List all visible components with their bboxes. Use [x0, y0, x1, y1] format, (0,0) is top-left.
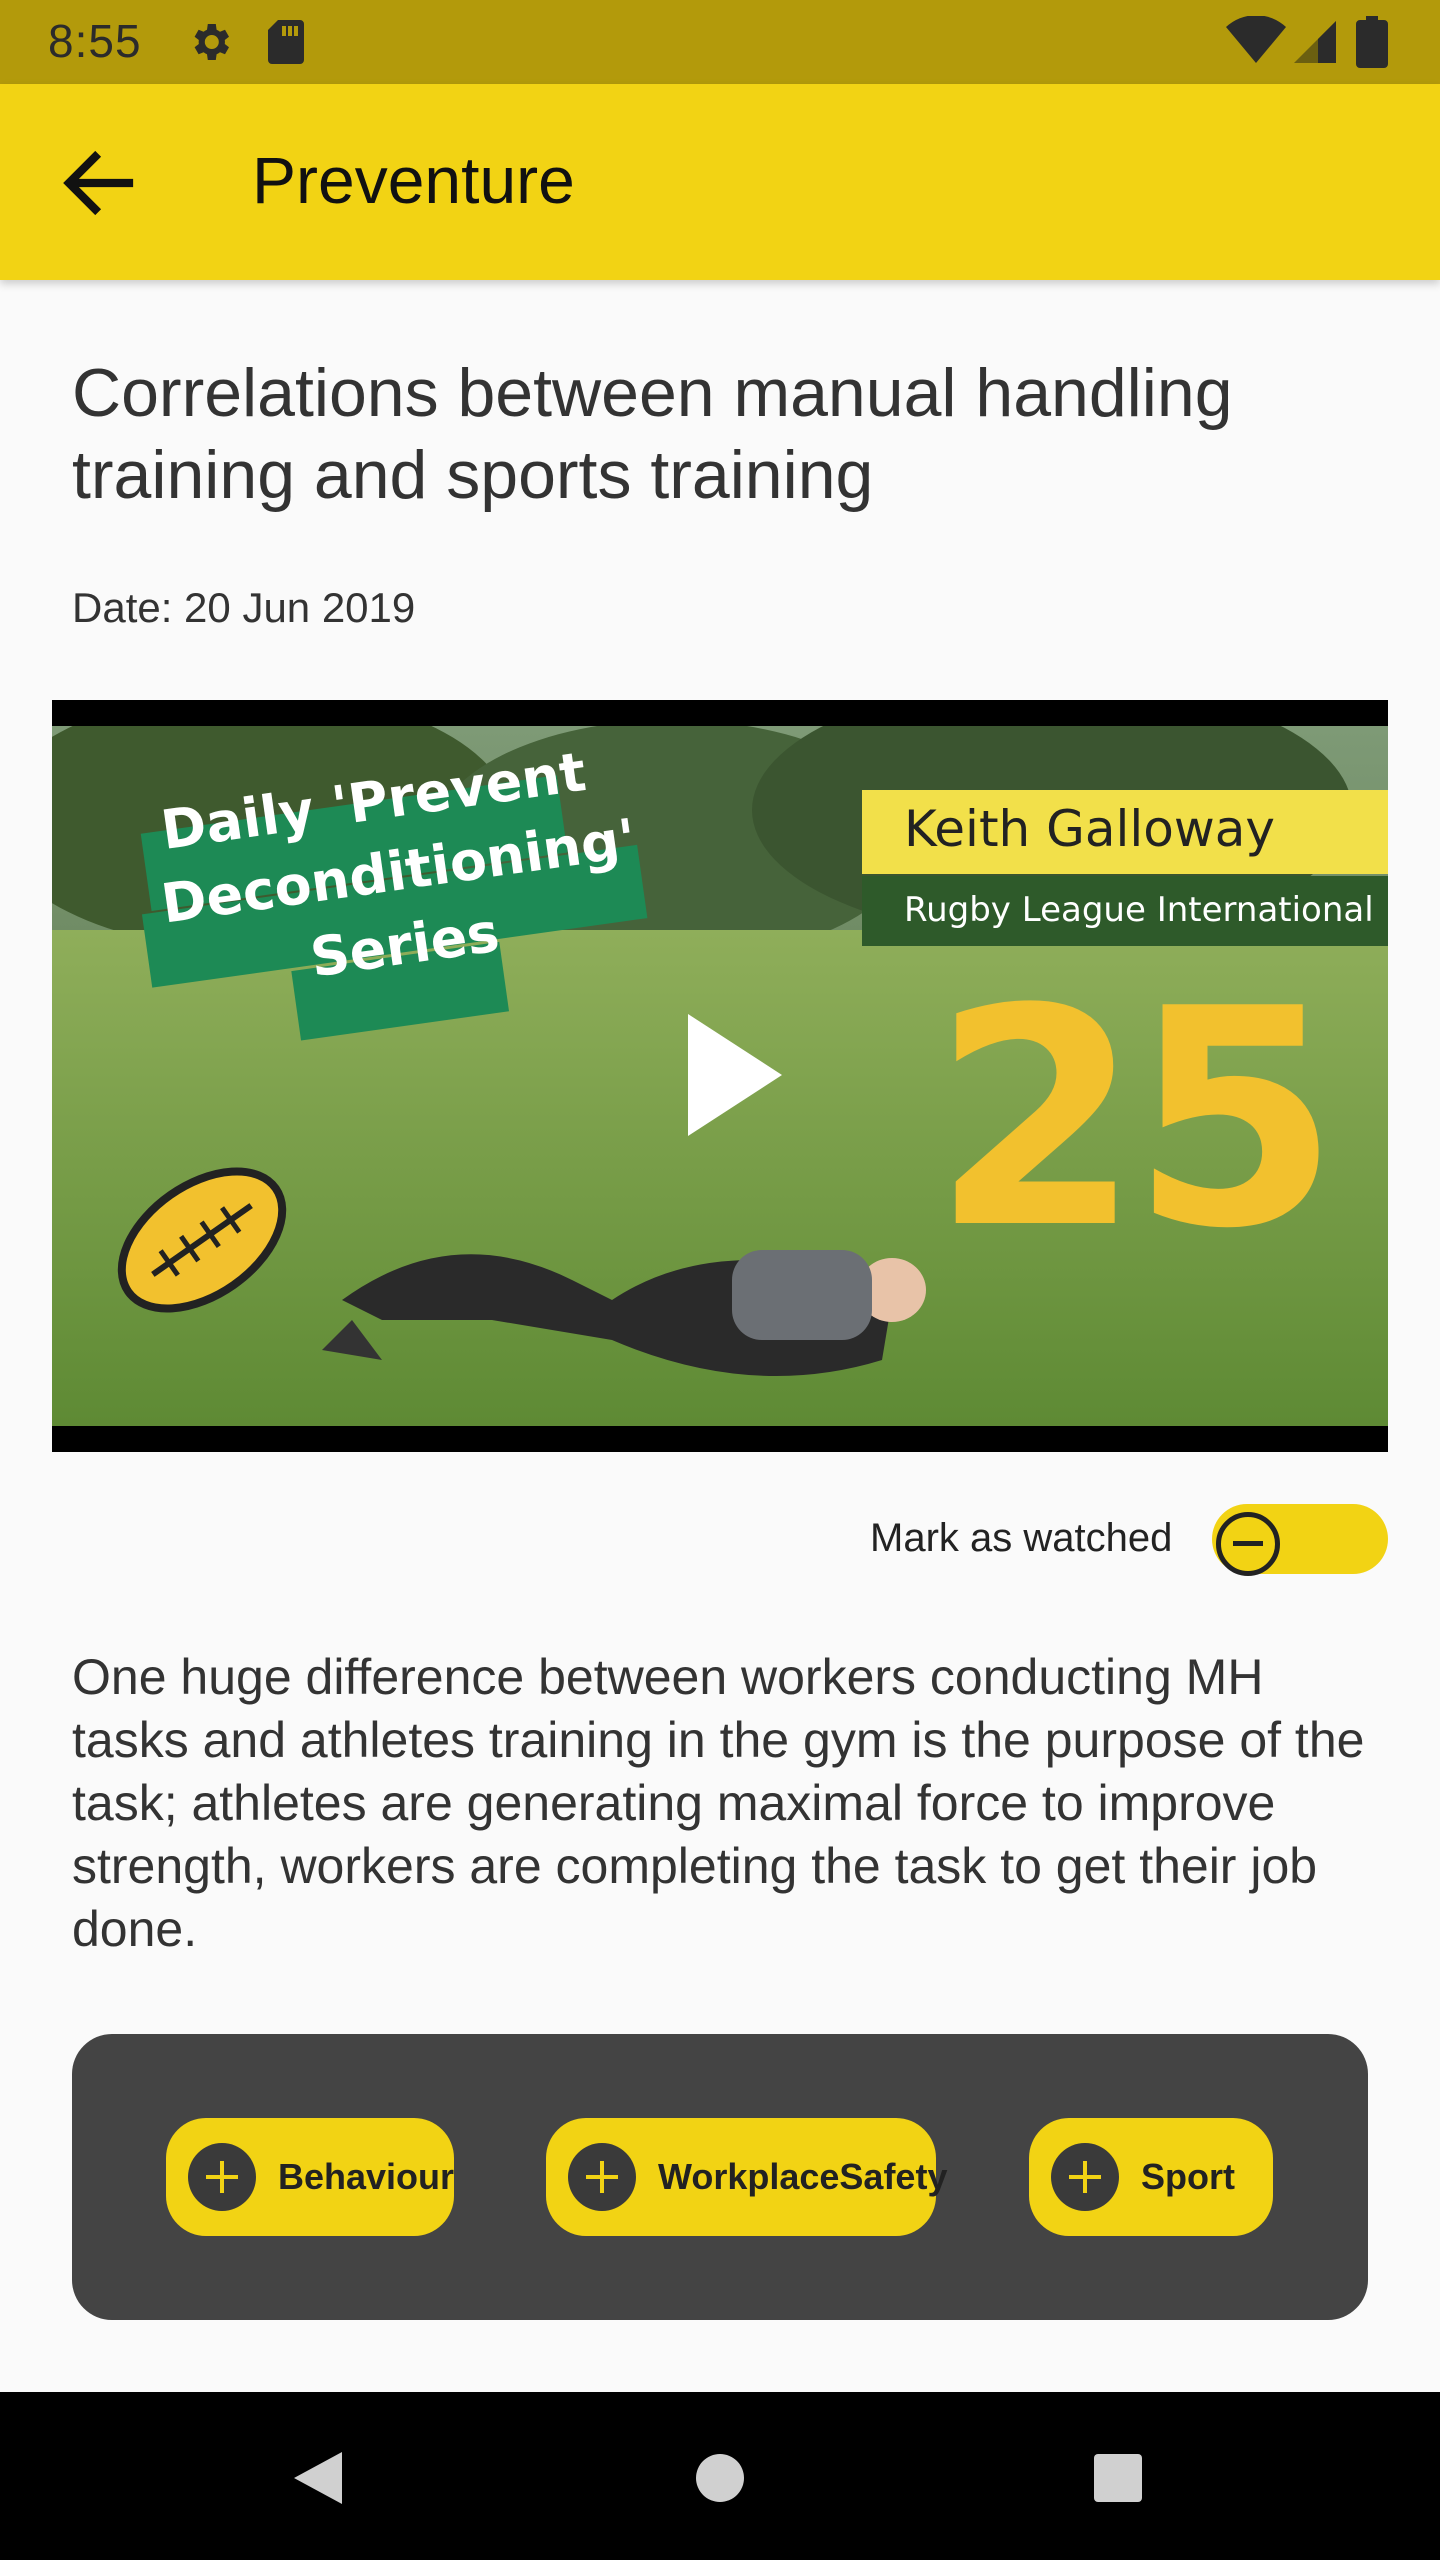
plus-circle-icon: [568, 2143, 636, 2211]
status-time: 8:55: [48, 15, 142, 67]
mark-watched-toggle[interactable]: [1212, 1504, 1388, 1576]
presenter-role: Rugby League International: [904, 890, 1374, 930]
battery-icon: [1356, 16, 1388, 68]
tag-chip-behaviour[interactable]: Behaviour: [166, 2118, 454, 2236]
plus-circle-icon: [188, 2143, 256, 2211]
status-bar: 8:55: [0, 0, 1440, 84]
arrow-back-icon[interactable]: [54, 138, 144, 228]
cell-signal-icon: [1294, 21, 1336, 63]
article-title: Correlations between manual handling tra…: [72, 355, 1233, 513]
system-nav-bar: [0, 2392, 1440, 2560]
tag-chip-sport[interactable]: Sport: [1029, 2118, 1273, 2236]
presenter-name: Keith Galloway: [904, 800, 1276, 858]
episode-number: 25: [932, 945, 1339, 1294]
mark-watched-label: Mark as watched: [870, 1516, 1173, 1560]
minus-circle-icon: [1216, 1512, 1280, 1576]
article-date: Date: 20 Jun 2019: [72, 584, 416, 631]
app-bar: Preventure: [0, 84, 1440, 280]
tag-label: Behaviour: [278, 2156, 455, 2197]
app-title: Preventure: [252, 143, 575, 217]
sd-card-icon: [268, 20, 304, 64]
video-player[interactable]: Daily 'Prevent Deconditioning' Series Ke…: [52, 700, 1388, 1452]
back-triangle-icon[interactable]: [290, 2448, 346, 2508]
tag-chip-workplacesafety[interactable]: WorkplaceSafety: [546, 2118, 947, 2236]
wifi-icon: [1226, 16, 1286, 63]
plus-circle-icon: [1051, 2143, 1119, 2211]
tags-panel: Behaviour WorkplaceSafety Sport: [72, 2034, 1368, 2320]
tag-label: Sport: [1141, 2156, 1235, 2197]
home-circle-icon[interactable]: [694, 2452, 746, 2504]
article-description: One huge difference between workers cond…: [72, 1649, 1365, 1957]
recents-square-icon[interactable]: [1092, 2452, 1144, 2504]
settings-gear-icon: [194, 24, 229, 60]
tag-label: WorkplaceSafety: [658, 2156, 948, 2197]
play-icon[interactable]: [680, 1010, 790, 1140]
